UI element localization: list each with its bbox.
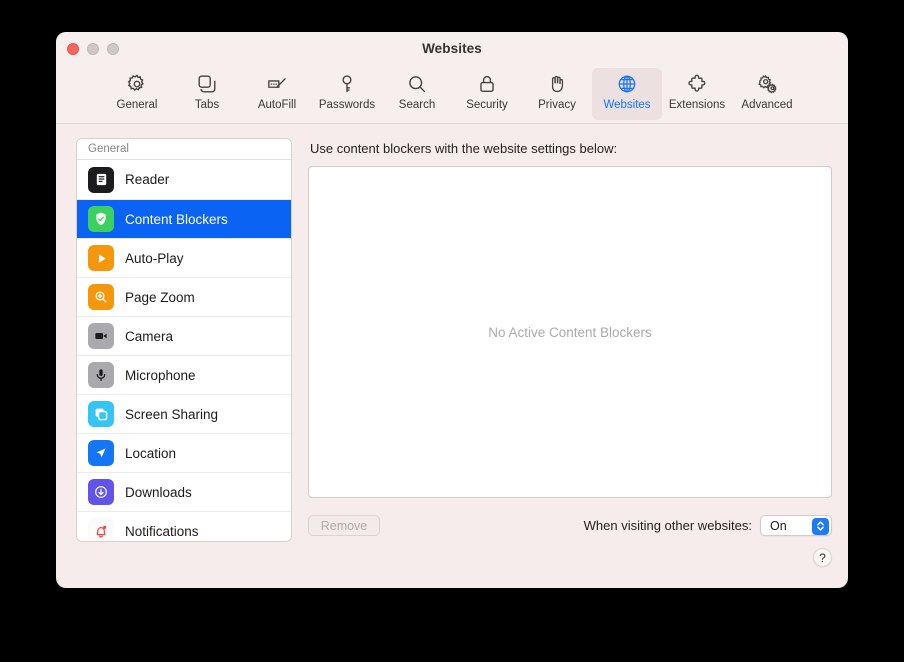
sidebar-item-label: Screen Sharing (125, 406, 219, 422)
panel-footer: Remove When visiting other websites: On (308, 498, 832, 542)
content-blockers-panel: Use content blockers with the website se… (308, 138, 832, 542)
other-websites-control: When visiting other websites: On (584, 515, 832, 536)
globe-icon (616, 72, 638, 96)
microphone-icon (88, 362, 114, 388)
lock-icon (476, 72, 498, 96)
panel-caption: Use content blockers with the website se… (310, 141, 618, 156)
help-button[interactable]: ? (813, 548, 832, 567)
sidebar-list: Reader Content Blockers Auto-Play Page Z… (77, 160, 291, 541)
key-icon (336, 72, 358, 96)
magnifier-icon (406, 72, 428, 96)
sidebar-item-label: Page Zoom (125, 289, 195, 305)
reader-icon (88, 166, 114, 193)
sidebar-item-screen-sharing[interactable]: Screen Sharing (77, 394, 291, 433)
tabs-icon (196, 72, 218, 96)
bell-icon (88, 518, 114, 541)
empty-state-text: No Active Content Blockers (488, 324, 652, 340)
autofill-icon (266, 72, 289, 96)
sidebar-item-content-blockers[interactable]: Content Blockers (77, 199, 291, 238)
toolbar-tab-advanced[interactable]: Advanced (732, 68, 802, 120)
toolbar-tab-label: Privacy (538, 99, 576, 111)
other-websites-label: When visiting other websites: (583, 518, 752, 533)
toolbar-tab-label: Extensions (668, 99, 726, 111)
toolbar-tab-label: Passwords (318, 99, 376, 111)
toolbar-tab-extensions[interactable]: Extensions (662, 68, 732, 120)
window-title: Websites (422, 41, 482, 56)
help-row: ? (56, 542, 848, 588)
sidebar-item-label: Auto-Play (125, 250, 184, 266)
toolbar-tab-label: Security (466, 99, 508, 111)
sidebar-item-notifications[interactable]: Notifications (77, 511, 291, 541)
play-icon (88, 245, 114, 271)
gear-icon (126, 72, 148, 96)
other-websites-select[interactable]: On (760, 515, 832, 536)
websites-sidebar: General Reader Content Blockers Auto-Pla… (76, 138, 292, 542)
toolbar-tab-label: Tabs (194, 99, 220, 111)
preferences-window: Websites General Tabs AutoFill Passwords… (56, 32, 848, 588)
shield-check-icon (88, 206, 114, 232)
sidebar-item-downloads[interactable]: Downloads (77, 472, 291, 511)
sidebar-item-label: Content Blockers (125, 211, 228, 227)
sidebar-item-label: Downloads (125, 484, 192, 500)
sidebar-item-label: Reader (125, 172, 170, 187)
hand-icon (546, 72, 568, 96)
toolbar-tab-label: AutoFill (257, 99, 297, 111)
toolbar-tab-autofill[interactable]: AutoFill (242, 68, 312, 120)
sidebar-item-microphone[interactable]: Microphone (77, 355, 291, 394)
toolbar-tab-tabs[interactable]: Tabs (172, 68, 242, 120)
toolbar-tab-label: Search (398, 99, 436, 111)
preferences-toolbar: General Tabs AutoFill Passwords Search S… (56, 66, 848, 124)
gears-icon (756, 72, 779, 96)
sidebar-item-camera[interactable]: Camera (77, 316, 291, 355)
sidebar-item-label: Camera (125, 328, 174, 344)
sidebar-item-label: Location (125, 445, 177, 461)
toolbar-tab-label: Websites (603, 99, 651, 111)
toolbar-tab-label: General (116, 99, 158, 111)
toolbar-tab-security[interactable]: Security (452, 68, 522, 120)
location-arrow-icon (88, 440, 114, 466)
camera-icon (88, 323, 114, 349)
sidebar-item-auto-play[interactable]: Auto-Play (77, 238, 291, 277)
preferences-body: General Reader Content Blockers Auto-Pla… (56, 124, 848, 542)
sidebar-item-location[interactable]: Location (77, 433, 291, 472)
puzzle-icon (686, 72, 709, 96)
toolbar-tab-label: Advanced (741, 99, 793, 111)
chevron-updown-icon (812, 517, 829, 535)
sidebar-section-header: General (77, 139, 291, 160)
other-websites-value: On (770, 518, 787, 533)
toolbar-tab-websites[interactable]: Websites (592, 68, 662, 120)
download-icon (88, 479, 114, 505)
sidebar-item-reader[interactable]: Reader (77, 160, 291, 199)
toolbar-tab-general[interactable]: General (102, 68, 172, 120)
remove-button[interactable]: Remove (308, 515, 380, 536)
screen: Websites General Tabs AutoFill Passwords… (0, 0, 904, 662)
toolbar-tab-privacy[interactable]: Privacy (522, 68, 592, 120)
content-blockers-list[interactable]: No Active Content Blockers (308, 166, 832, 498)
sidebar-item-label: Microphone (125, 367, 196, 383)
zoom-in-icon (88, 284, 114, 310)
sidebar-item-page-zoom[interactable]: Page Zoom (77, 277, 291, 316)
sidebar-item-label: Notifications (125, 523, 199, 539)
screen-share-icon (88, 401, 114, 427)
toolbar-tab-search[interactable]: Search (382, 68, 452, 120)
toolbar-tab-passwords[interactable]: Passwords (312, 68, 382, 120)
window-titlebar: Websites (56, 32, 848, 66)
